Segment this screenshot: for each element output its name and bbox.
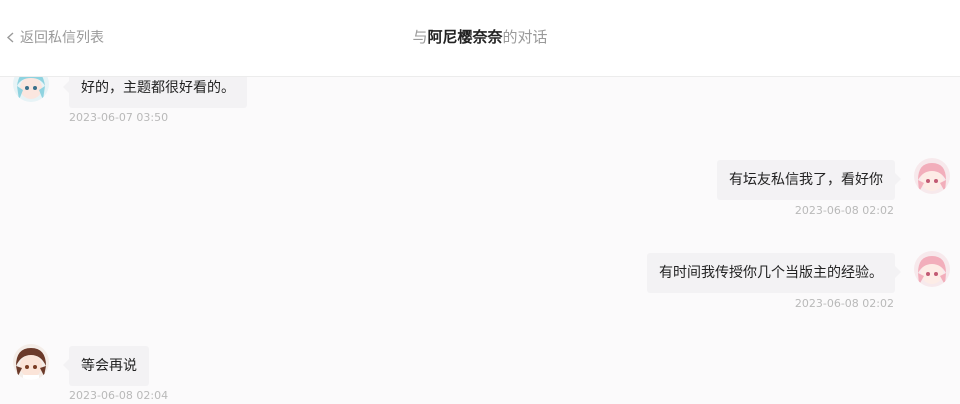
message-bubble: 等会再说 bbox=[63, 346, 149, 386]
message-bubble: 有时间我传授你几个当版主的经验。 bbox=[647, 253, 901, 293]
my-avatar[interactable] bbox=[914, 158, 950, 194]
chat-page: 好的，主题都很好看的。 2023-06-07 03:50 有坛友私信我了，看好你… bbox=[0, 0, 960, 404]
title-suffix: 的对话 bbox=[502, 28, 548, 46]
pink-hair-avatar-icon bbox=[914, 251, 950, 287]
conversation-header: 返回私信列表 与阿尼樱奈奈的对话 bbox=[0, 0, 960, 77]
my-avatar[interactable] bbox=[914, 251, 950, 287]
message-timestamp: 2023-06-08 02:02 bbox=[794, 204, 894, 217]
message-text: 有时间我传授你几个当版主的经验。 bbox=[659, 265, 883, 281]
contact-name[interactable]: 阿尼樱奈奈 bbox=[427, 28, 502, 46]
message-text: 等会再说 bbox=[81, 358, 137, 374]
message-timestamp: 2023-06-08 02:04 bbox=[69, 389, 169, 402]
brown-hair-avatar-icon bbox=[13, 344, 49, 380]
message-timestamp: 2023-06-07 03:50 bbox=[69, 111, 169, 124]
message-text: 好的，主题都很好看的。 bbox=[81, 80, 235, 96]
title-prefix: 与 bbox=[412, 28, 428, 46]
user-avatar[interactable] bbox=[13, 344, 49, 380]
message-bubble: 有坛友私信我了，看好你 bbox=[717, 160, 901, 200]
message-timestamp: 2023-06-08 02:02 bbox=[794, 297, 894, 310]
message-text: 有坛友私信我了，看好你 bbox=[729, 172, 883, 188]
page-title: 与阿尼樱奈奈的对话 bbox=[0, 26, 960, 47]
pink-hair-avatar-icon bbox=[914, 158, 950, 194]
